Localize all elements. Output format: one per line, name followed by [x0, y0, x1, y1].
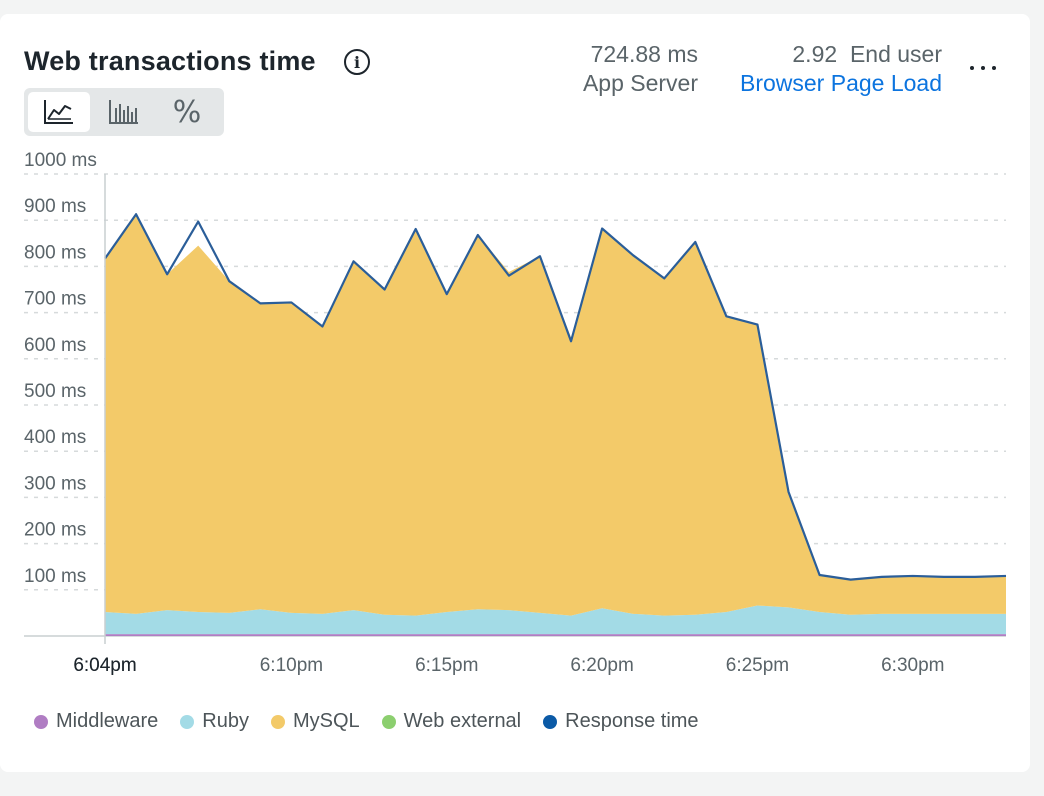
ruby-legend-dot	[180, 714, 195, 729]
legend-label-mysql: MySQL	[292, 710, 360, 732]
x-tick-label: 6:25pm	[726, 655, 789, 676]
y-tick-label: 200 ms	[24, 520, 86, 541]
x-tick-label: 6:10pm	[260, 655, 323, 676]
response-time-chart: 1000 ms 900 ms 800 ms 700 ms 600 ms 500 ms 400…	[24, 150, 1007, 676]
legend-item-middleware[interactable]: Middleware	[34, 710, 158, 733]
mysql-legend-dot	[270, 714, 285, 729]
legend-label-middleware: Middleware	[56, 710, 159, 732]
legend-item-response-time[interactable]: Response time	[543, 710, 699, 733]
legend-label-web-external: Web external	[403, 710, 522, 732]
y-tick-label: 700 ms	[24, 289, 86, 310]
y-tick-label: 400 ms	[24, 427, 86, 448]
response-time-legend-dot	[543, 714, 558, 729]
legend-item-ruby[interactable]: Ruby	[180, 710, 249, 733]
legend-label-response-time: Response time	[565, 710, 699, 732]
legend-item-mysql[interactable]: MySQL	[270, 710, 360, 733]
mysql-area	[105, 214, 1006, 616]
y-tick-label: 900 ms	[24, 196, 86, 217]
y-tick-label: 600 ms	[24, 335, 86, 356]
y-tick-label: 500 ms	[24, 381, 86, 402]
legend-item-web-external[interactable]: Web external	[381, 710, 522, 733]
web-external-legend-dot	[381, 714, 396, 729]
y-tick-label: 800 ms	[24, 242, 86, 263]
x-tick-label: 6:30pm	[881, 655, 944, 676]
x-tick-label: 6:15pm	[415, 655, 478, 676]
y-tick-label: 300 ms	[24, 473, 86, 494]
cursor-time-label: 6:04pm	[73, 655, 136, 676]
middleware-area	[105, 634, 1006, 636]
y-tick-label: 100 ms	[24, 566, 86, 587]
y-tick-label: 1000 ms	[24, 150, 97, 171]
x-tick-label: 6:20pm	[570, 655, 633, 676]
middleware-legend-dot	[34, 714, 48, 729]
legend-label-ruby: Ruby	[202, 710, 249, 732]
chart-legend: Middleware Ruby MySQL Web external Respo…	[34, 710, 699, 733]
